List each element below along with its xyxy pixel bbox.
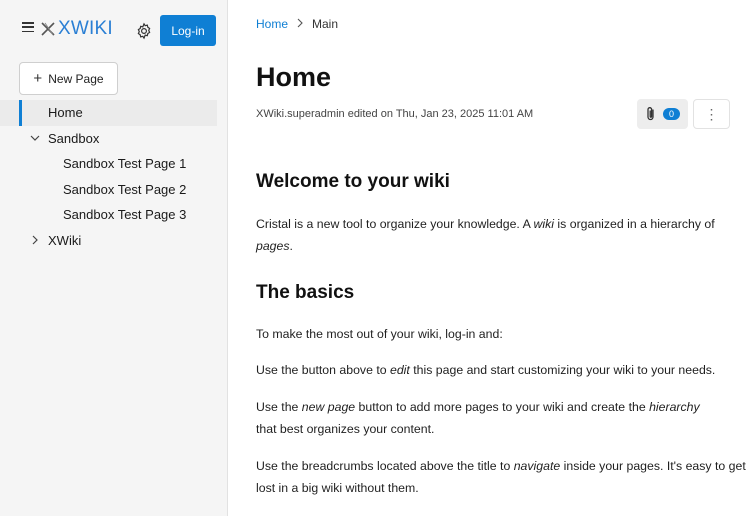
breadcrumb-current: Main [312,17,339,31]
more-actions-button[interactable]: ⋮ [693,99,730,129]
tree-item-label: Sandbox Test Page 1 [63,156,187,172]
tree-item-sandbox[interactable]: Sandbox [0,126,227,152]
attachments-button[interactable]: 0 [637,99,688,129]
new-page-button[interactable]: + New Page [19,62,118,95]
emphasis-text: pages [256,239,290,253]
emphasis-text: wiki [533,217,555,231]
tree-item-label: Sandbox Test Page 2 [63,181,187,197]
text: is organized in a hierarchy of [554,217,715,231]
page-title: Home [256,62,332,92]
logo-text: XWIKI [58,18,113,39]
text: Use the [256,400,302,414]
breadcrumb: Home Main [256,17,338,31]
gear-icon[interactable] [135,22,153,40]
xwiki-logo-mark-icon [41,22,55,36]
main-content: Home Main Home XWiki.superadmin edited o… [229,0,753,516]
login-button[interactable]: Log-in [160,15,216,46]
sidebar-header: XWIKI Log-in [0,0,228,56]
tree-item-label: XWiki [48,232,82,248]
paperclip-icon [647,107,654,121]
text: Use the breadcrumbs located above the ti… [256,459,514,473]
text: button to add more pages to your wiki an… [355,400,650,414]
more-vertical-icon: ⋮ [704,105,719,122]
tree-item-label: Sandbox [48,130,100,146]
emphasis-text: hierarchy [649,400,700,414]
text: this page and start customizing your wik… [409,363,716,377]
paragraph-login: To make the most out of your wiki, log-i… [256,327,503,341]
new-page-label: New Page [48,71,104,86]
emphasis-text: new page [301,400,356,414]
heading-basics: The basics [256,282,355,303]
attachment-count-badge: 0 [663,108,680,120]
tree-item-sandbox-test-page-2[interactable]: Sandbox Test Page 2 [0,177,227,203]
plus-icon: + [33,70,43,87]
paragraph-edit: Use the button above to edit this page a… [256,359,748,381]
paragraph-new-page: Use the new page button to add more page… [256,396,748,440]
page-meta: XWiki.superadmin edited on Thu, Jan 23, … [256,108,534,120]
breadcrumb-home-link[interactable]: Home [256,17,288,31]
emphasis-text: edit [390,363,410,377]
emphasis-text: navigate [513,459,561,473]
menu-icon[interactable] [22,22,34,32]
text: . [289,239,293,253]
text: that best organizes your content. [256,422,435,436]
tree-item-sandbox-test-page-1[interactable]: Sandbox Test Page 1 [0,151,227,177]
paragraph-breadcrumbs: Use the breadcrumbs located above the ti… [256,455,748,499]
tree-item-label: Sandbox Test Page 3 [63,207,187,223]
tree-item-sandbox-test-page-3[interactable]: Sandbox Test Page 3 [0,202,227,228]
xwiki-logo[interactable]: XWIKI [40,18,113,40]
tree-item-xwiki[interactable]: XWiki [0,228,227,254]
chevron-right-icon[interactable] [30,235,40,245]
tree-item-label: Home [48,105,83,121]
heading-welcome: Welcome to your wiki [256,171,450,192]
paragraph-intro: Cristal is a new tool to organize your k… [256,213,748,257]
text: Cristal is a new tool to organize your k… [256,217,534,231]
text: Use the button above to [256,363,390,377]
chevron-down-icon[interactable] [30,133,40,143]
sidebar: XWIKI Log-in + New Page Home Sandbox San… [0,0,228,516]
page-tree: Home Sandbox Sandbox Test Page 1 Sandbox… [0,100,227,253]
tree-item-home[interactable]: Home [0,100,217,126]
chevron-right-icon [296,17,304,31]
